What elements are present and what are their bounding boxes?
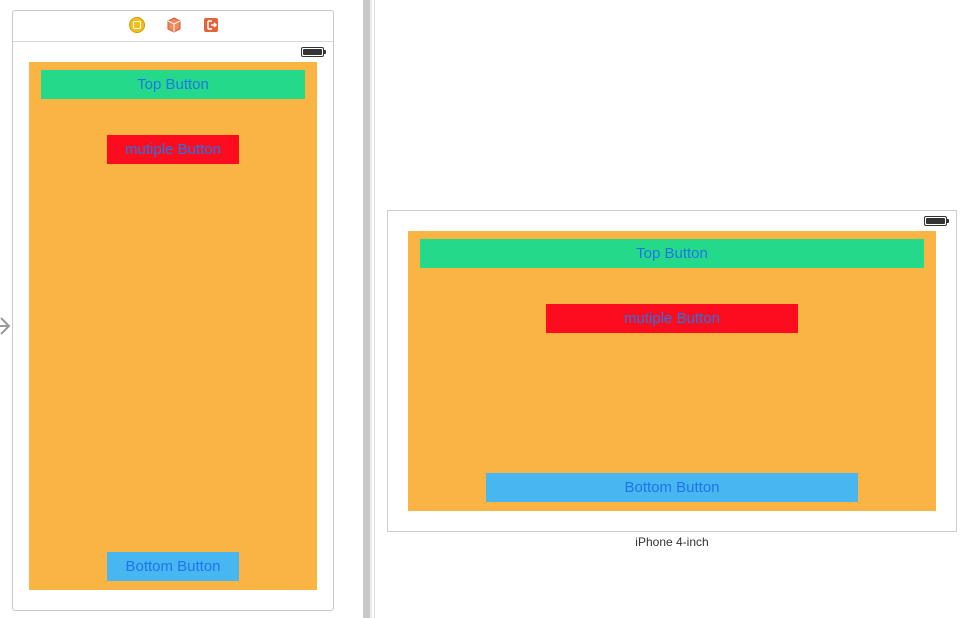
battery-icon (924, 216, 950, 226)
exit-icon[interactable] (203, 17, 219, 33)
top-button[interactable]: Top Button (41, 70, 305, 99)
top-button[interactable]: Top Button (420, 239, 924, 268)
scene-dock (13, 11, 333, 42)
canvas-split-bar[interactable] (363, 0, 372, 618)
divider (374, 0, 375, 618)
first-responder-icon[interactable] (166, 17, 182, 33)
view-controller-icon[interactable] (129, 17, 145, 33)
bottom-button[interactable]: Bottom Button (486, 473, 858, 502)
multiple-button[interactable]: mutiple Button (546, 304, 798, 333)
bottom-button[interactable]: Bottom Button (107, 552, 239, 581)
preview-main-view[interactable]: Top Button mutiple Button Bottom Button (408, 231, 936, 511)
device-label: iPhone 4-inch (635, 535, 709, 549)
multiple-button[interactable]: mutiple Button (107, 135, 239, 164)
landscape-preview-scene[interactable]: Top Button mutiple Button Bottom Button (387, 210, 957, 532)
portrait-scene[interactable]: Top Button mutiple Button Bottom Button (12, 10, 334, 611)
battery-icon (301, 47, 327, 57)
entry-point-arrow-icon (0, 317, 11, 335)
main-view[interactable]: Top Button mutiple Button Bottom Button (29, 62, 317, 590)
